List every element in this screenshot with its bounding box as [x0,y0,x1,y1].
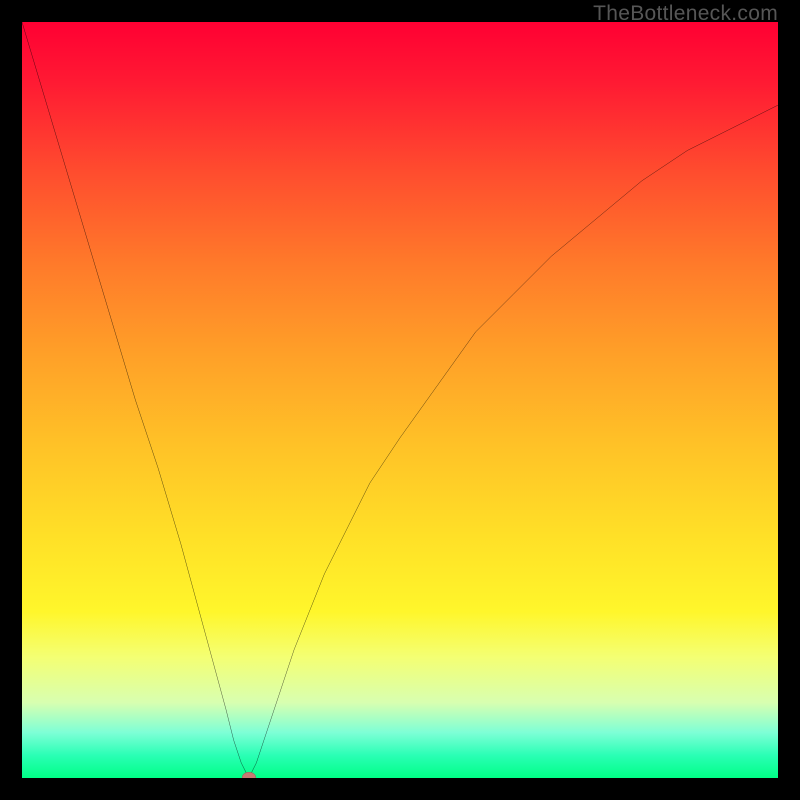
bottleneck-curve [22,22,778,778]
chart-frame: TheBottleneck.com [0,0,800,800]
curve-svg [22,22,778,778]
watermark-text: TheBottleneck.com [593,2,778,26]
optimal-point-marker [242,772,256,778]
plot-area [22,22,778,778]
